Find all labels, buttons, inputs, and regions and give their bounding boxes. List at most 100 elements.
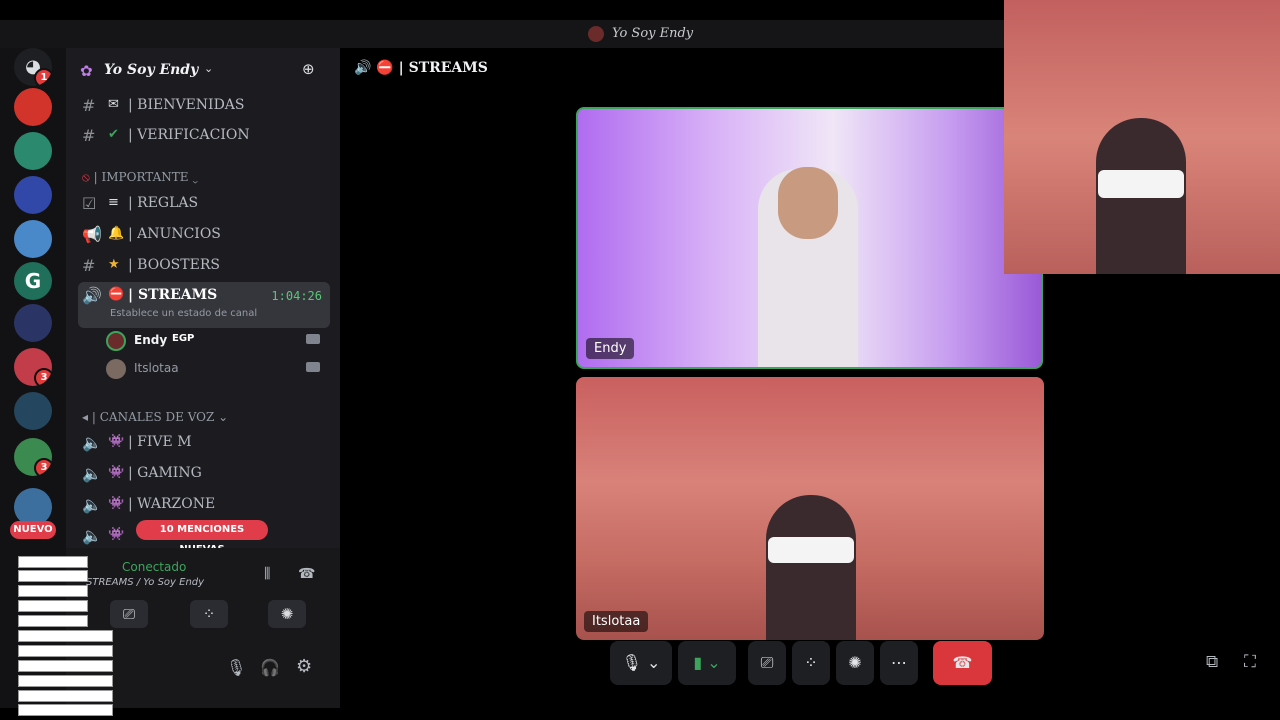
fullscreen-icon[interactable]: ⛶ bbox=[1244, 652, 1256, 672]
notification-badge: 3 bbox=[34, 458, 52, 476]
channel-label: | BIENVENIDAS bbox=[128, 97, 245, 113]
stage-header: 🔊 ⛔ | STREAMS bbox=[354, 60, 488, 76]
speaker-icon: ◂ bbox=[82, 410, 89, 424]
server-icon[interactable]: 3 bbox=[14, 348, 52, 386]
camera-button[interactable]: ▮ ⌄ bbox=[678, 641, 736, 685]
channel-verificacion[interactable]: # ✔ | VERIFICACION bbox=[78, 122, 330, 150]
channel-label: | FIVE M bbox=[128, 434, 192, 450]
sunglasses bbox=[768, 537, 854, 563]
discord-home-icon[interactable]: ◕ 1 bbox=[14, 48, 52, 86]
overlay-line bbox=[18, 600, 88, 612]
channel-label: | WARZONE bbox=[128, 496, 216, 512]
voice-timer: 1:04:26 bbox=[271, 289, 322, 303]
new-mentions-pill[interactable]: 10 MENCIONES NUEVAS bbox=[136, 520, 268, 555]
overlay-line bbox=[18, 615, 88, 627]
server-icon[interactable] bbox=[14, 392, 52, 430]
server-badge-icon: ✿ bbox=[80, 62, 93, 80]
noise-suppression-icon[interactable]: ⫼ bbox=[264, 566, 270, 582]
invader-emoji-icon: 👾 bbox=[108, 496, 125, 511]
category-label: | IMPORTANTE bbox=[93, 170, 189, 184]
soundboard-button[interactable]: ✺ bbox=[836, 641, 874, 685]
voice-speaker-icon: 🔈 bbox=[82, 526, 102, 545]
avatar bbox=[106, 359, 126, 379]
notification-badge: 3 bbox=[34, 368, 52, 386]
server-avatar bbox=[588, 26, 604, 42]
server-icon[interactable] bbox=[14, 220, 52, 258]
hash-icon: # bbox=[82, 256, 96, 275]
video-camera-icon bbox=[306, 334, 320, 344]
avatar bbox=[106, 331, 126, 351]
leave-call-button[interactable]: ☎ bbox=[933, 641, 992, 685]
participant-name-tag: Endy bbox=[586, 338, 635, 359]
soundboard-button[interactable]: ✺ bbox=[268, 600, 306, 628]
server-icon[interactable] bbox=[14, 132, 52, 170]
disconnect-icon[interactable]: ☎ bbox=[298, 566, 315, 582]
overlay-line bbox=[18, 556, 88, 568]
bell-emoji-icon: 🔔 bbox=[108, 226, 125, 241]
microphone-icon[interactable]: 🎙 bbox=[226, 658, 246, 677]
screen-share-button[interactable]: ⎚ bbox=[748, 641, 786, 685]
server-name: Yo Soy Endy bbox=[104, 62, 199, 78]
more-options-button[interactable]: ⋯ bbox=[880, 641, 918, 685]
channel-sidebar: ✿ Yo Soy Endy ⌄ ⊕ # ✉ | BIENVENIDAS # ✔ … bbox=[66, 48, 340, 548]
overlay-line bbox=[18, 660, 113, 672]
voice-speaker-icon: 🔊 bbox=[82, 286, 102, 305]
channel-label: | VERIFICACION bbox=[128, 127, 250, 143]
mute-button[interactable]: 🎙 ⌄ bbox=[610, 641, 672, 685]
headphones-icon[interactable]: 🎧 bbox=[260, 658, 280, 677]
voice-speaker-icon: 🔈 bbox=[82, 495, 102, 514]
rules-icon: ☑ bbox=[82, 194, 97, 213]
stream-chat-overlay bbox=[18, 556, 118, 716]
video-camera-icon bbox=[306, 362, 320, 372]
channel-reglas[interactable]: ☑ ≡ | REGLAS bbox=[78, 190, 330, 218]
server-icon[interactable] bbox=[14, 88, 52, 126]
channel-gaming[interactable]: 🔈 👾 | GAMING bbox=[78, 460, 330, 488]
activities-button[interactable]: ⁘ bbox=[190, 600, 228, 628]
server-icon[interactable] bbox=[14, 176, 52, 214]
books-emoji-icon: ≡ bbox=[108, 195, 119, 210]
pop-out-icon[interactable]: ⧉ bbox=[1206, 652, 1218, 672]
no-entry-icon: ⛔ bbox=[108, 287, 125, 302]
channel-boosters[interactable]: # ★ | BOOSTERS bbox=[78, 252, 330, 280]
voice-speaker-icon: 🔊 bbox=[354, 60, 372, 76]
channel-five-m[interactable]: 🔈 👾 | FIVE M bbox=[78, 429, 330, 457]
window-title: Yo Soy Endy bbox=[612, 26, 694, 41]
voice-status[interactable]: Conectado bbox=[122, 560, 186, 574]
channel-status-text[interactable]: Establece un estado de canal bbox=[110, 308, 257, 319]
invite-people-icon[interactable]: ⊕ bbox=[302, 60, 315, 78]
channel-streams[interactable]: 🔊 ⛔ | STREAMS 1:04:26 Establece un estad… bbox=[78, 282, 330, 328]
channel-anuncios[interactable]: 📢 🔔 | ANUNCIOS bbox=[78, 221, 330, 249]
hash-icon: # bbox=[82, 96, 96, 115]
channel-label: | BOOSTERS bbox=[128, 257, 220, 273]
gear-icon[interactable]: ⚙ bbox=[296, 656, 312, 677]
category-label: | CANALES DE VOZ bbox=[91, 410, 215, 424]
overlay-line bbox=[18, 630, 113, 642]
voice-user-itslotaa[interactable]: Itslotaa bbox=[102, 356, 324, 382]
server-icon[interactable]: G bbox=[14, 262, 52, 300]
chevron-down-icon: ⌄ bbox=[218, 410, 229, 424]
category-importante[interactable]: ⦸ | IMPORTANTE ⌄ bbox=[82, 170, 198, 185]
channel-bienvenidas[interactable]: # ✉ | BIENVENIDAS bbox=[78, 92, 330, 120]
no-entry-icon: ⛔ bbox=[376, 60, 394, 76]
video-tile-itslotaa[interactable]: Itslotaa bbox=[576, 377, 1044, 640]
participant-video bbox=[766, 495, 856, 640]
stage-title: | STREAMS bbox=[398, 60, 488, 76]
server-icon[interactable] bbox=[14, 304, 52, 342]
overlay-line bbox=[18, 675, 113, 687]
overlay-line bbox=[18, 645, 113, 657]
overlay-line bbox=[18, 570, 88, 582]
channel-warzone[interactable]: 🔈 👾 | WARZONE bbox=[78, 491, 330, 519]
voice-user-endy[interactable]: Endy EGP bbox=[102, 328, 324, 354]
server-icon[interactable]: 3 bbox=[14, 438, 52, 476]
video-tile-endy[interactable]: Endy bbox=[576, 107, 1043, 369]
webcam-overlay bbox=[1004, 0, 1280, 274]
activities-button[interactable]: ⁘ bbox=[792, 641, 830, 685]
channel-label: | ANUNCIOS bbox=[128, 226, 221, 242]
server-header[interactable]: ✿ Yo Soy Endy ⌄ ⊕ bbox=[66, 48, 340, 94]
category-canales-de-voz[interactable]: ◂ | CANALES DE VOZ ⌄ bbox=[82, 410, 228, 424]
invader-emoji-icon: 👾 bbox=[108, 527, 125, 542]
new-pill[interactable]: NUEVO bbox=[10, 521, 56, 539]
notification-badge: 1 bbox=[34, 68, 52, 86]
participant-face bbox=[778, 167, 838, 239]
username: Endy bbox=[134, 333, 168, 347]
